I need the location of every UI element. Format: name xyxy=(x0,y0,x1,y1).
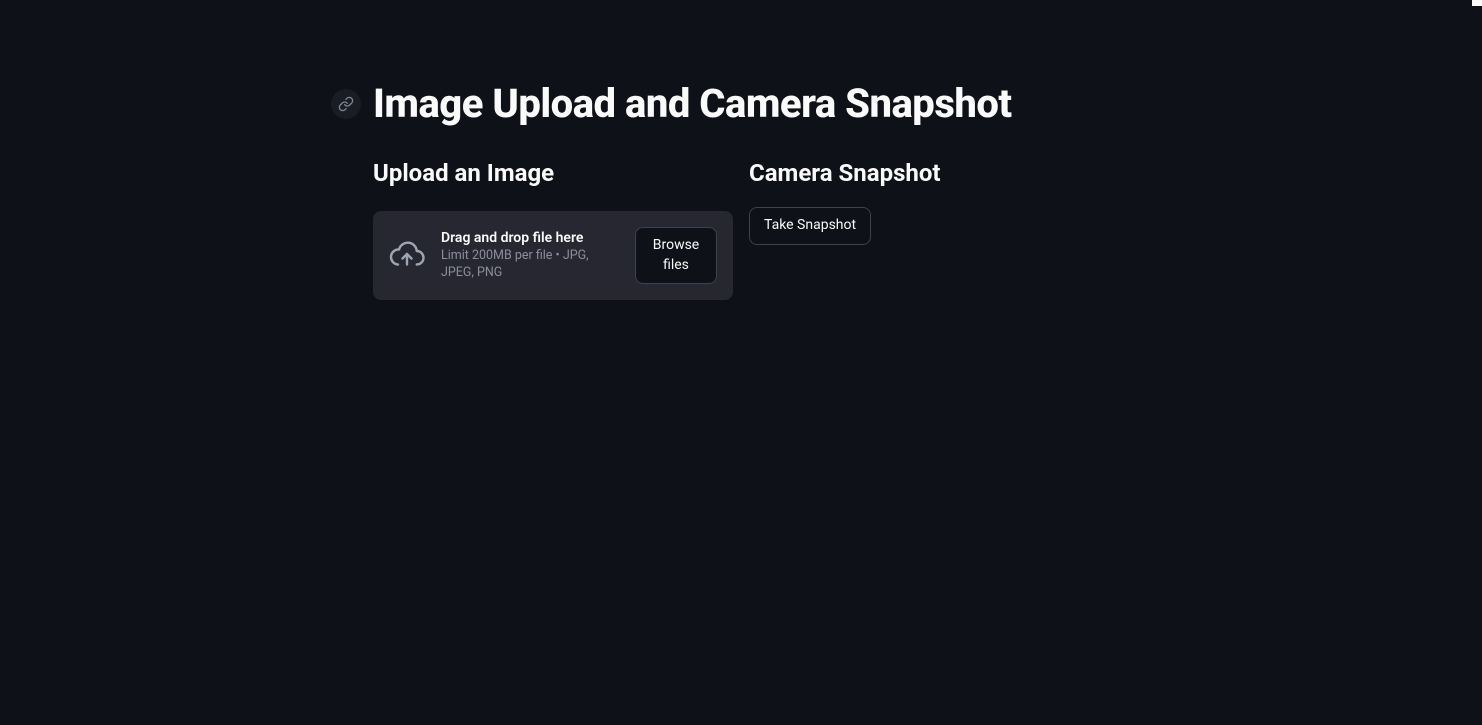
uploader-primary-text: Drag and drop file here xyxy=(441,230,619,246)
browse-files-button[interactable]: Browse files xyxy=(635,227,717,284)
window-edge-indicator xyxy=(1472,0,1482,6)
page-title: Image Upload and Camera Snapshot xyxy=(373,80,1012,127)
permalink-icon[interactable] xyxy=(331,89,361,119)
upload-heading: Upload an Image xyxy=(373,159,733,187)
columns: Upload an Image Drag and drop file here … xyxy=(373,159,1109,300)
uploader-secondary-text: Limit 200MB per file • JPG, JPEG, PNG xyxy=(441,248,619,282)
file-uploader-dropzone[interactable]: Drag and drop file here Limit 200MB per … xyxy=(373,211,733,300)
title-row: Image Upload and Camera Snapshot xyxy=(331,80,1109,127)
snapshot-row: Take Snapshot xyxy=(749,207,1109,245)
take-snapshot-button[interactable]: Take Snapshot xyxy=(749,207,871,245)
uploader-text: Drag and drop file here Limit 200MB per … xyxy=(441,230,619,282)
main-container: Image Upload and Camera Snapshot Upload … xyxy=(373,0,1109,300)
camera-heading: Camera Snapshot xyxy=(749,159,1109,187)
camera-column: Camera Snapshot Take Snapshot xyxy=(749,159,1109,300)
upload-column: Upload an Image Drag and drop file here … xyxy=(373,159,733,300)
cloud-upload-icon xyxy=(389,236,425,276)
